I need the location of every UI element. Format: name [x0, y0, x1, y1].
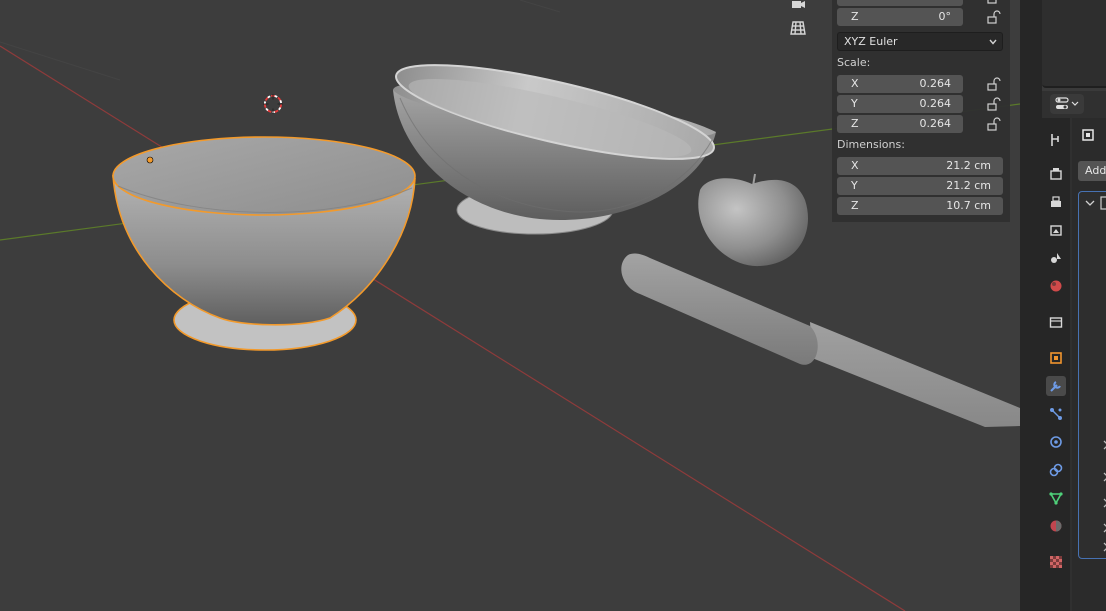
output-icon[interactable]	[1046, 192, 1066, 212]
dimensions-label: Dimensions:	[837, 138, 905, 151]
material-icon[interactable]	[1046, 516, 1066, 536]
blender-window: 0 Z 0° XYZ Euler Scale: X 0.264	[0, 0, 1106, 611]
dimensions-z-value: 10.7 cm	[946, 199, 991, 212]
dimensions-z-label: Z	[851, 199, 859, 212]
collection-icon[interactable]	[1046, 312, 1066, 332]
scale-x-label: X	[851, 77, 859, 90]
chevron-down-icon[interactable]	[1085, 198, 1095, 208]
scale-x-value: 0.264	[919, 77, 952, 90]
scale-y-value: 0.264	[919, 97, 952, 110]
origin-point	[146, 156, 154, 164]
properties-tabs	[1042, 118, 1070, 611]
constraints-icon[interactable]	[1046, 460, 1066, 480]
dimensions-y-label: Y	[851, 179, 858, 192]
lock-icon[interactable]	[985, 9, 1001, 25]
scale-z-label: Z	[851, 117, 859, 130]
dimensions-z-field[interactable]: Z 10.7 cm	[837, 197, 1003, 215]
rotation-z-value: 0°	[938, 10, 952, 23]
object-icon	[1082, 129, 1094, 141]
editor-type-button[interactable]	[1050, 94, 1084, 114]
rotation-z-row: Z 0°	[837, 8, 1003, 26]
dimensions-z-row: Z 10.7 cm	[837, 197, 1003, 215]
data-icon[interactable]	[1046, 488, 1066, 508]
scene-icon[interactable]	[1046, 248, 1066, 268]
modifier-type-icon	[1100, 196, 1106, 210]
bowl-back-object	[393, 64, 716, 235]
scale-y-row: Y 0.264	[837, 95, 1003, 113]
rotation-mode-select[interactable]: XYZ Euler	[837, 32, 1003, 51]
object-icon[interactable]	[1046, 348, 1066, 368]
chevron-down-icon	[989, 39, 997, 45]
rotation-z-field[interactable]: Z 0°	[837, 8, 963, 26]
scale-z-value: 0.264	[919, 117, 952, 130]
modifier-icon[interactable]	[1046, 376, 1066, 396]
properties-editor-icon	[1055, 97, 1079, 109]
dimensions-x-label: X	[851, 159, 859, 172]
add-modifier-label: Add	[1085, 164, 1106, 177]
dimensions-x-row: X 21.2 cm	[837, 157, 1003, 175]
sidebar-item-panel: 0 Z 0° XYZ Euler Scale: X 0.264	[832, 0, 1010, 222]
knife-object	[621, 253, 1020, 427]
bowl-selected-object	[112, 136, 416, 351]
scale-x-field[interactable]: X 0.264	[837, 75, 963, 93]
particles-icon[interactable]	[1046, 404, 1066, 424]
scale-y-label: Y	[851, 97, 858, 110]
dimensions-y-field[interactable]: Y 21.2 cm	[837, 177, 1003, 195]
outliner-area[interactable]	[1042, 0, 1106, 88]
apple-object	[698, 173, 808, 267]
scale-z-field[interactable]: Z 0.264	[837, 115, 963, 133]
3d-cursor-icon	[263, 94, 283, 114]
add-modifier-button[interactable]: Add	[1078, 161, 1106, 181]
chevron-right-icon[interactable]	[1101, 498, 1106, 508]
texture-icon[interactable]	[1046, 552, 1066, 572]
area-splitter[interactable]	[1020, 0, 1042, 611]
camera-icon[interactable]	[788, 0, 808, 14]
chevron-right-icon[interactable]	[1101, 542, 1106, 552]
rotation-y-row: 0	[837, 0, 1003, 6]
world-icon[interactable]	[1046, 276, 1066, 296]
chevron-right-icon[interactable]	[1101, 523, 1106, 533]
chevron-right-icon[interactable]	[1101, 472, 1106, 482]
rotation-mode-value: XYZ Euler	[844, 35, 898, 48]
scale-z-row: Z 0.264	[837, 115, 1003, 133]
3d-viewport[interactable]: 0 Z 0° XYZ Euler Scale: X 0.264	[0, 0, 1020, 611]
scale-label: Scale:	[837, 56, 871, 69]
rotation-y-value: 0	[944, 0, 951, 3]
lock-icon[interactable]	[985, 0, 1001, 5]
lock-icon[interactable]	[985, 116, 1001, 132]
render-icon[interactable]	[1046, 164, 1066, 184]
tool-icon[interactable]	[1046, 130, 1066, 150]
dimensions-y-value: 21.2 cm	[946, 179, 991, 192]
rotation-z-label: Z	[851, 10, 859, 23]
dimensions-x-value: 21.2 cm	[946, 159, 991, 172]
lock-icon[interactable]	[985, 76, 1001, 92]
physics-icon[interactable]	[1046, 432, 1066, 452]
grid-view-icon[interactable]	[788, 18, 808, 38]
scale-x-row: X 0.264	[837, 75, 1003, 93]
modifier-panel[interactable]	[1078, 191, 1106, 559]
rotation-y-field[interactable]: 0	[837, 0, 963, 6]
dimensions-y-row: Y 21.2 cm	[837, 177, 1003, 195]
dimensions-x-field[interactable]: X 21.2 cm	[837, 157, 1003, 175]
lock-icon[interactable]	[985, 96, 1001, 112]
chevron-right-icon[interactable]	[1101, 440, 1106, 450]
view-layer-icon[interactable]	[1046, 220, 1066, 240]
scale-y-field[interactable]: Y 0.264	[837, 95, 963, 113]
